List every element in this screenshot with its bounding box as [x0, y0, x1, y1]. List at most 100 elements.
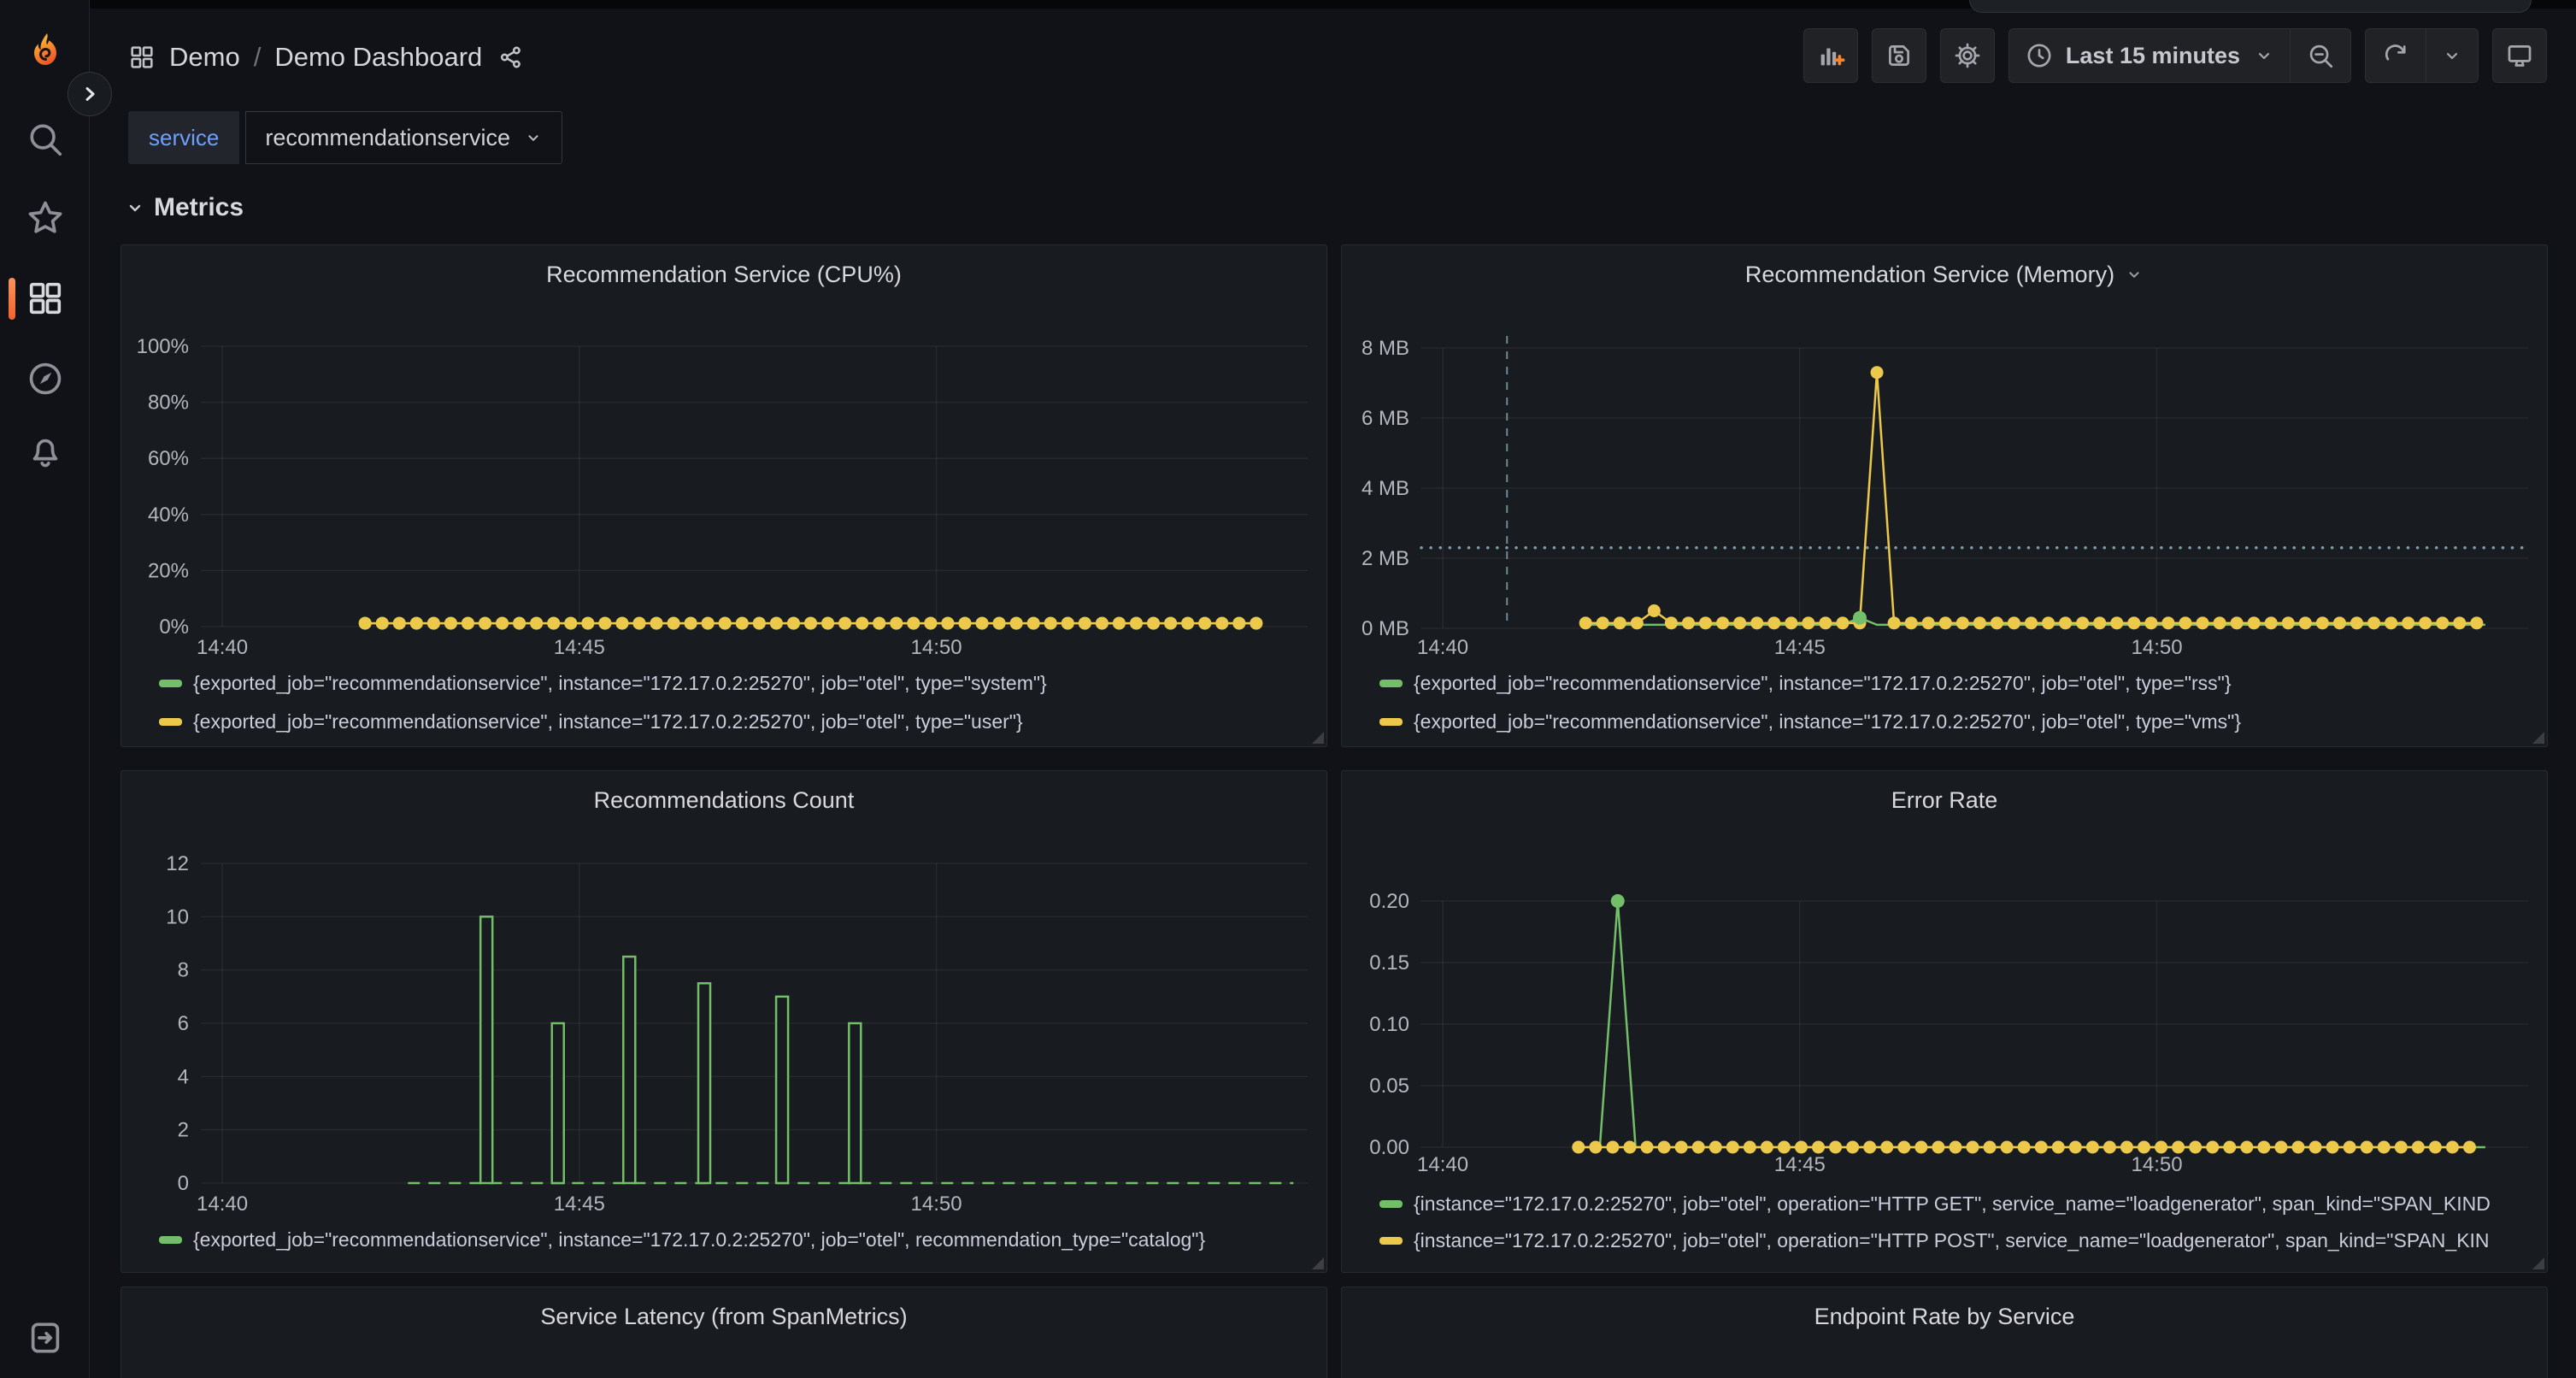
dashboard-grid-icon [128, 44, 156, 71]
kiosk-tv-button[interactable] [2492, 28, 2547, 83]
legend-label: {exported_job="recommendationservice", i… [193, 1228, 1205, 1251]
breadcrumb: Demo / Demo Dashboard [128, 38, 525, 77]
chart-memory: 0 MB2 MB4 MB6 MB8 MB14:4014:4514:50{expo… [1342, 245, 2547, 746]
chart-cpu: 0%20%40%60%80%100%14:4014:4514:50{export… [121, 245, 1326, 746]
time-range-label: Last 15 minutes [2066, 43, 2240, 69]
legend-item[interactable]: {exported_job="recommendationservice", i… [159, 670, 1318, 696]
svg-text:14:40: 14:40 [197, 636, 248, 659]
svg-text:0.10: 0.10 [1369, 1013, 1409, 1036]
variable-value: recommendationservice [265, 125, 510, 151]
panel-title[interactable]: Recommendations Count [594, 787, 855, 814]
svg-text:0: 0 [178, 1172, 189, 1195]
legend-label: {instance="172.17.0.2:25270", job="otel"… [1414, 1229, 2490, 1252]
legend-label: {exported_job="recommendationservice", i… [1414, 672, 2232, 695]
legend-swatch [1379, 1200, 1403, 1208]
legend-label: {instance="172.17.0.2:25270", job="otel"… [1414, 1192, 2491, 1216]
svg-text:14:40: 14:40 [1417, 636, 1468, 659]
svg-text:40%: 40% [148, 504, 189, 527]
panel-menu-caret-icon[interactable] [2125, 265, 2144, 284]
panel-title[interactable]: Error Rate [1891, 787, 1998, 814]
panel-resize-handle[interactable] [2532, 732, 2544, 744]
svg-text:8 MB: 8 MB [1362, 337, 1409, 360]
legend-item[interactable]: {exported_job="recommendationservice", i… [1379, 670, 2538, 696]
time-range-picker[interactable]: Last 15 minutes [2009, 29, 2290, 82]
svg-text:14:40: 14:40 [197, 1192, 248, 1216]
svg-text:4: 4 [178, 1065, 189, 1088]
legend-item[interactable]: {instance="172.17.0.2:25270", job="otel"… [1379, 1228, 2538, 1253]
legend-item[interactable]: {exported_job="recommendationservice", i… [159, 1227, 1318, 1252]
template-variables: service recommendationservice [128, 111, 562, 164]
svg-text:0.15: 0.15 [1369, 951, 1409, 975]
legend-item[interactable]: {instance="172.17.0.2:25270", job="otel"… [1379, 1191, 2538, 1216]
star-icon[interactable] [26, 198, 65, 238]
panel-resize-handle[interactable] [1312, 1257, 1324, 1269]
svg-text:4 MB: 4 MB [1362, 477, 1409, 500]
browser-overlay [1969, 0, 2532, 13]
panel-resize-handle[interactable] [1312, 732, 1324, 744]
panel-cpu: 0%20%40%60%80%100%14:4014:4514:50{export… [121, 244, 1327, 747]
svg-text:80%: 80% [148, 392, 189, 415]
svg-text:0.05: 0.05 [1369, 1075, 1409, 1098]
svg-text:14:45: 14:45 [554, 1192, 605, 1216]
alerting-bell-icon[interactable] [26, 432, 65, 471]
active-nav-indicator [9, 278, 15, 320]
legend-label: {exported_job="recommendationservice", i… [1414, 710, 2241, 733]
svg-text:6 MB: 6 MB [1362, 407, 1409, 430]
legend-item[interactable]: {exported_job="recommendationservice", i… [159, 709, 1318, 734]
svg-text:14:45: 14:45 [1774, 1153, 1826, 1176]
chevron-down-icon [524, 128, 543, 147]
svg-text:20%: 20% [148, 559, 189, 582]
svg-text:0 MB: 0 MB [1362, 617, 1409, 640]
svg-text:60%: 60% [148, 447, 189, 470]
svg-text:14:50: 14:50 [911, 636, 962, 659]
chart-canvas[interactable]: 02468101214:4014:4514:50 [121, 771, 1327, 1273]
panel-memory: 0 MB2 MB4 MB6 MB8 MB14:4014:4514:50{expo… [1341, 244, 2548, 747]
svg-text:14:50: 14:50 [2132, 1153, 2183, 1176]
panel-title[interactable]: Endpoint Rate by Service [1814, 1304, 2075, 1330]
grafana-logo[interactable] [25, 32, 66, 73]
clock-icon [2025, 41, 2054, 70]
breadcrumb-separator: / [254, 42, 262, 73]
svg-text:6: 6 [178, 1012, 189, 1035]
svg-text:8: 8 [178, 959, 189, 982]
dashboards-icon[interactable] [26, 279, 65, 318]
svg-text:14:40: 14:40 [1417, 1153, 1468, 1176]
chart-recommendations: 02468101214:4014:4514:50{exported_job="r… [121, 771, 1326, 1272]
svg-text:2 MB: 2 MB [1362, 547, 1409, 570]
svg-text:14:45: 14:45 [554, 636, 605, 659]
share-icon[interactable] [497, 44, 525, 71]
variable-value-dropdown[interactable]: recommendationservice [245, 111, 562, 164]
panel-title[interactable]: Service Latency (from SpanMetrics) [540, 1304, 907, 1330]
panel-title[interactable]: Recommendation Service (CPU%) [546, 262, 902, 288]
save-dashboard-button[interactable] [1872, 28, 1926, 83]
variable-label: service [128, 111, 239, 164]
breadcrumb-section[interactable]: Demo [169, 42, 240, 73]
legend-swatch [1379, 718, 1403, 726]
row-header-metrics[interactable]: Metrics [125, 193, 244, 222]
sign-in-icon[interactable] [26, 1318, 65, 1357]
dashboard-settings-button[interactable] [1940, 28, 1995, 83]
panel-recommendations-count: 02468101214:4014:4514:50{exported_job="r… [121, 770, 1327, 1273]
svg-text:0.20: 0.20 [1369, 890, 1409, 913]
svg-text:0%: 0% [159, 615, 189, 639]
zoom-out-time-button[interactable] [2290, 29, 2350, 82]
chevron-down-icon [2254, 45, 2274, 66]
panel-title[interactable]: Recommendation Service (Memory) [1745, 262, 2114, 288]
svg-text:0.00: 0.00 [1369, 1136, 1409, 1159]
add-panel-button[interactable] [1803, 28, 1858, 83]
dashboard-toolbar: Last 15 minutes [1803, 28, 2547, 83]
refresh-interval-caret[interactable] [2426, 29, 2478, 82]
legend-item[interactable]: {exported_job="recommendationservice", i… [1379, 709, 2538, 734]
refresh-group [2365, 28, 2479, 83]
legend-swatch [159, 718, 182, 726]
breadcrumb-page[interactable]: Demo Dashboard [274, 42, 482, 73]
sidebar-expand-button[interactable] [68, 72, 112, 116]
refresh-button[interactable] [2366, 29, 2426, 82]
explore-compass-icon[interactable] [26, 359, 65, 398]
panel-endpoint-rate: Endpoint Rate by Service [1341, 1287, 2548, 1378]
svg-text:10: 10 [166, 905, 189, 928]
panel-resize-handle[interactable] [2532, 1257, 2544, 1269]
search-icon[interactable] [26, 120, 65, 159]
legend-label: {exported_job="recommendationservice", i… [193, 710, 1023, 733]
grafana-dashboard: Demo / Demo Dashboard [0, 0, 2576, 1378]
